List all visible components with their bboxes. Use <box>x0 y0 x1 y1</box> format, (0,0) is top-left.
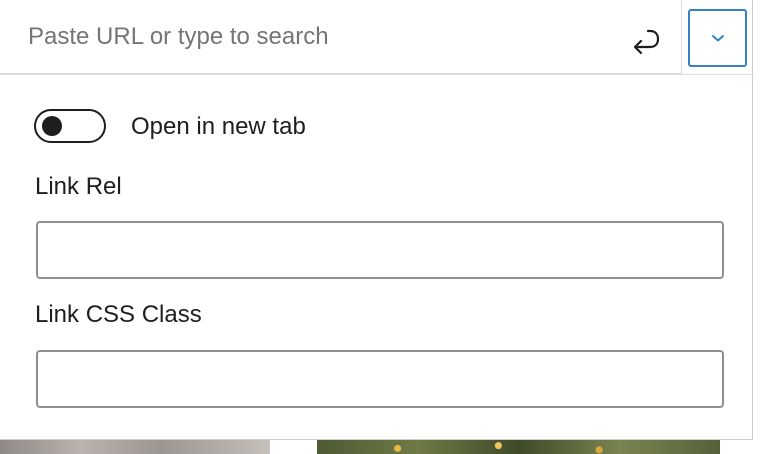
enter-return-icon[interactable] <box>627 25 663 61</box>
open-in-new-tab-label[interactable]: Open in new tab <box>131 112 306 142</box>
link-rel-label: Link Rel <box>35 173 122 200</box>
url-search-input[interactable] <box>0 0 682 74</box>
link-search-row <box>0 0 753 75</box>
open-in-new-tab-toggle[interactable] <box>34 109 106 143</box>
advanced-settings-toggle-button[interactable] <box>688 9 747 67</box>
background-image-left <box>0 440 270 454</box>
link-settings-popover: Open in new tab Link Rel Link CSS Class <box>0 0 753 440</box>
chevron-down-icon <box>711 35 724 42</box>
link-rel-input[interactable] <box>36 221 724 279</box>
toggle-thumb <box>42 116 62 136</box>
background-image-right <box>317 440 720 454</box>
link-css-class-label: Link CSS Class <box>35 301 202 328</box>
link-css-class-input[interactable] <box>36 350 724 408</box>
